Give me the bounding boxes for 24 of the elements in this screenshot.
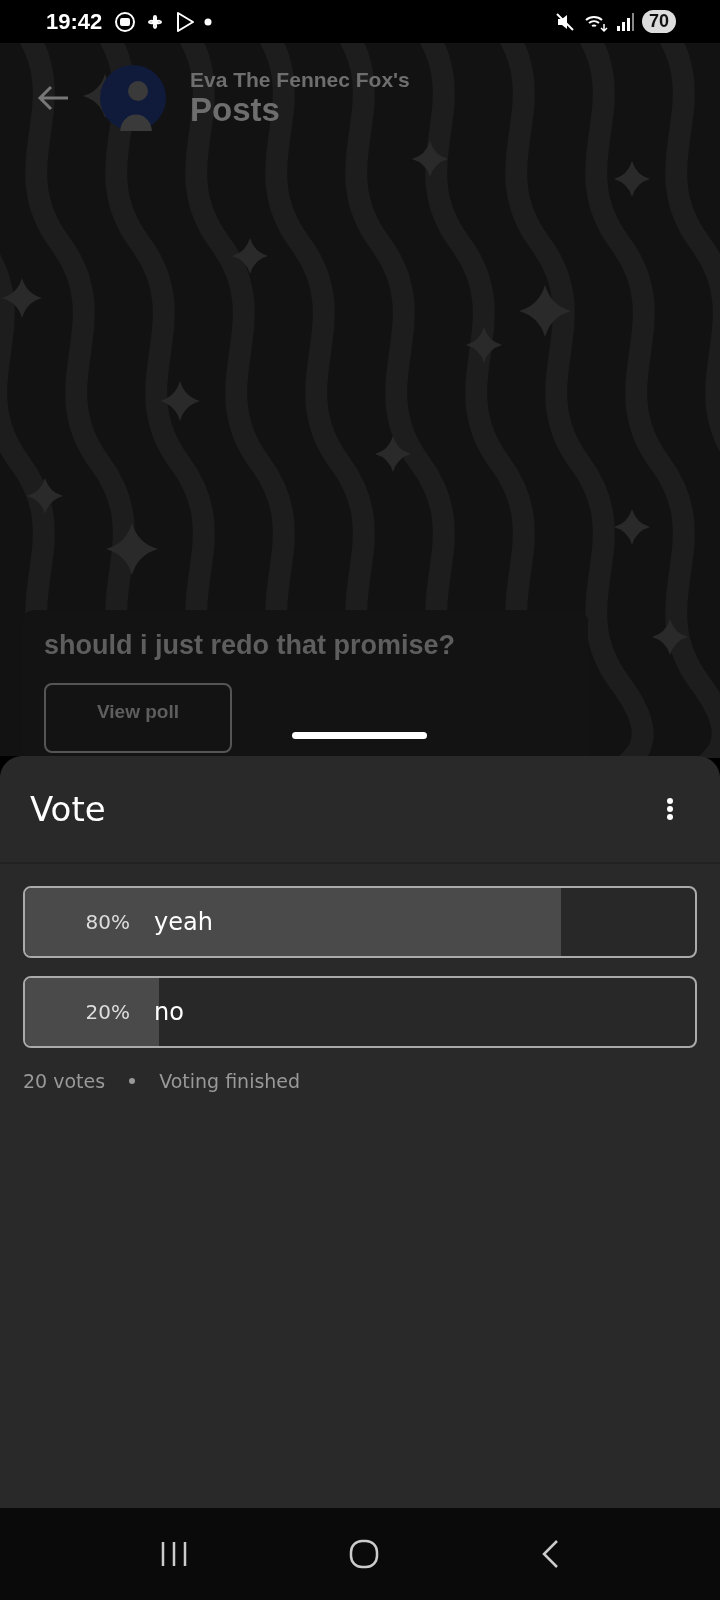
play-store-icon [174,10,197,33]
bullet-icon [129,1078,136,1084]
battery-level: 70 [641,10,676,33]
profile-name: Eva The Fennec Fox's [190,67,410,92]
download-icon [114,10,137,33]
option-percent: 20% [84,1000,130,1024]
poll-status: Voting finished [159,1070,301,1092]
option-label: yeah [154,908,213,936]
dot-icon [204,17,213,26]
post-text: should i just redo that promise? [44,630,457,661]
view-poll-button[interactable]: View poll [44,683,232,753]
recent-apps-icon[interactable] [160,1541,189,1567]
option-label: no [154,998,184,1026]
option-percent: 80% [84,910,130,934]
status-time: 19:42 [46,8,103,35]
page-title: Posts [190,91,281,129]
vote-count: 20 votes [23,1070,106,1092]
mute-icon [553,10,576,33]
home-icon[interactable] [349,1539,379,1569]
back-arrow-icon[interactable] [36,84,70,112]
sheet-title: Vote [30,789,106,829]
more-options-icon[interactable] [666,797,674,821]
drag-handle[interactable] [292,732,427,739]
signal-icon [615,11,634,32]
